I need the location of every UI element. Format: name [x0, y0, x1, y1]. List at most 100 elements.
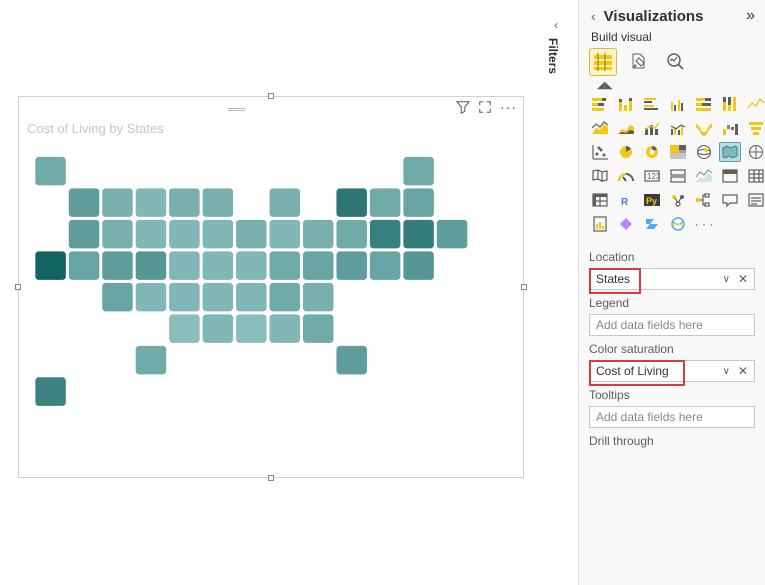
state-KY[interactable]: [236, 251, 267, 281]
state-MI[interactable]: [269, 188, 300, 218]
viz-arcgis[interactable]: [667, 214, 689, 234]
state-ND[interactable]: [135, 188, 166, 218]
state-MD[interactable]: [336, 251, 367, 281]
viz-area[interactable]: [589, 118, 611, 138]
viz-power-automate[interactable]: [641, 214, 663, 234]
state-ID[interactable]: [102, 219, 133, 249]
format-visual-tab[interactable]: [625, 48, 653, 76]
state-AZ[interactable]: [102, 282, 133, 312]
viz-funnel[interactable]: [745, 118, 765, 138]
drag-grip-icon[interactable]: ══: [25, 102, 448, 113]
chevron-down-icon[interactable]: ∨: [721, 366, 732, 377]
viz-paginated-report[interactable]: [589, 214, 611, 234]
state-VA[interactable]: [302, 251, 333, 281]
state-OK[interactable]: [169, 314, 200, 344]
viz-python[interactable]: Py: [641, 190, 663, 210]
viz-stacked-area[interactable]: [615, 118, 637, 138]
state-NH[interactable]: [403, 188, 434, 218]
viz-more-visuals[interactable]: · · ·: [693, 214, 715, 234]
state-NC[interactable]: [269, 282, 300, 312]
analytics-tab[interactable]: [661, 48, 689, 76]
state-TX[interactable]: [135, 345, 166, 375]
state-AL[interactable]: [269, 314, 300, 344]
viz-gauge[interactable]: [615, 166, 637, 186]
expand-pane-icon[interactable]: »: [746, 7, 755, 25]
map-visual-frame[interactable]: ══ ··· Cost of Living by States: [18, 96, 524, 478]
state-TN[interactable]: [236, 282, 267, 312]
state-HI[interactable]: [35, 377, 66, 407]
state-SC[interactable]: [302, 282, 333, 312]
state-UT[interactable]: [102, 251, 133, 281]
state-ME[interactable]: [403, 156, 434, 186]
viz-matrix[interactable]: [589, 190, 611, 210]
viz-line[interactable]: [745, 94, 765, 114]
viz-table[interactable]: [745, 166, 765, 186]
remove-field-icon[interactable]: ✕: [736, 272, 750, 286]
state-NV[interactable]: [68, 251, 99, 281]
resize-handle-right[interactable]: [521, 284, 527, 290]
state-MS[interactable]: [236, 314, 267, 344]
state-CA[interactable]: [35, 251, 66, 281]
state-NY[interactable]: [336, 188, 367, 218]
viz-decomposition-tree[interactable]: [693, 190, 715, 210]
state-NJ[interactable]: [369, 219, 400, 249]
filter-icon[interactable]: [456, 100, 470, 114]
state-CT[interactable]: [403, 251, 434, 281]
legend-field-well[interactable]: Add data fields here: [589, 314, 755, 336]
viz-scatter[interactable]: [589, 142, 611, 162]
tooltips-field-well[interactable]: Add data fields here: [589, 406, 755, 428]
viz-map[interactable]: [693, 142, 715, 162]
state-MN[interactable]: [169, 188, 200, 218]
state-FL[interactable]: [336, 345, 367, 375]
state-GA[interactable]: [302, 314, 333, 344]
viz-line-stacked-column[interactable]: [641, 118, 663, 138]
viz-r-script[interactable]: R: [615, 190, 637, 210]
viz-clustered-column[interactable]: [667, 94, 689, 114]
state-VT[interactable]: [369, 188, 400, 218]
viz-slicer[interactable]: [719, 166, 741, 186]
build-visual-tab[interactable]: [589, 48, 617, 76]
collapse-pane-icon[interactable]: ‹: [589, 6, 598, 26]
saturation-field-well[interactable]: Cost of Living ∨ ✕: [589, 360, 755, 382]
state-WA[interactable]: [68, 188, 99, 218]
viz-shape-map[interactable]: [589, 166, 611, 186]
viz-card[interactable]: 123: [641, 166, 663, 186]
remove-field-icon[interactable]: ✕: [736, 364, 750, 378]
viz-ribbon[interactable]: [693, 118, 715, 138]
viz-multi-row-card[interactable]: [667, 166, 689, 186]
viz-kpi[interactable]: [693, 166, 715, 186]
chevron-down-icon[interactable]: ∨: [721, 274, 732, 285]
state-MT[interactable]: [102, 188, 133, 218]
state-IN[interactable]: [269, 219, 300, 249]
state-IL[interactable]: [236, 219, 267, 249]
viz-donut[interactable]: [641, 142, 663, 162]
state-RI[interactable]: [436, 219, 467, 249]
viz-100-stacked-column[interactable]: [719, 94, 741, 114]
filled-map-chart[interactable]: [25, 137, 517, 471]
state-MA[interactable]: [403, 219, 434, 249]
filters-label[interactable]: Filters: [546, 38, 560, 74]
state-IA[interactable]: [202, 219, 233, 249]
viz-line-clustered-column[interactable]: [667, 118, 689, 138]
state-AK[interactable]: [35, 156, 66, 186]
filters-pane-collapsed[interactable]: ‹ Filters: [546, 18, 566, 77]
state-NE[interactable]: [169, 251, 200, 281]
viz-key-influencers[interactable]: [667, 190, 689, 210]
state-OR[interactable]: [68, 219, 99, 249]
focus-mode-icon[interactable]: [478, 100, 492, 114]
viz-clustered-bar[interactable]: [641, 94, 663, 114]
viz-azure-map[interactable]: [745, 142, 765, 162]
viz-treemap[interactable]: [667, 142, 689, 162]
viz-stacked-bar[interactable]: [589, 94, 611, 114]
state-WV[interactable]: [269, 251, 300, 281]
viz-smart-narrative[interactable]: [745, 190, 765, 210]
viz-filled-map[interactable]: [719, 142, 741, 162]
state-SD[interactable]: [169, 219, 200, 249]
state-WY[interactable]: [135, 219, 166, 249]
report-canvas[interactable]: ══ ··· Cost of Living by States: [0, 0, 541, 585]
resize-handle-top[interactable]: [268, 93, 274, 99]
state-KS[interactable]: [169, 282, 200, 312]
state-WI[interactable]: [202, 188, 233, 218]
state-DE[interactable]: [369, 251, 400, 281]
state-CO[interactable]: [135, 251, 166, 281]
